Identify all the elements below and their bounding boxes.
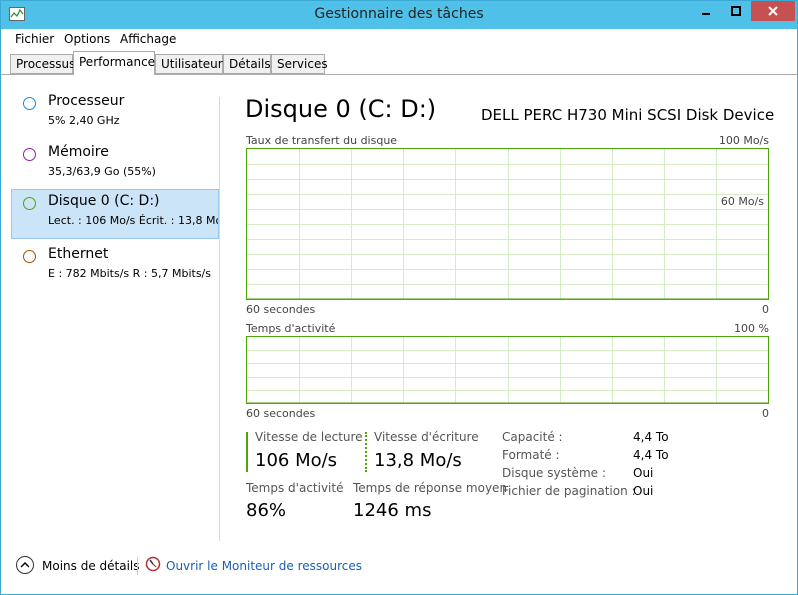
graph-grid [247, 337, 768, 403]
menu-options[interactable]: Options [64, 32, 110, 46]
ethernet-indicator-icon [23, 250, 36, 263]
prop-system-disk-label: Disque système : [502, 466, 606, 480]
footer-divider [137, 557, 138, 575]
graph-transfer-mid: 60 Mo/s [719, 195, 765, 208]
tab-services[interactable]: Services [271, 54, 328, 74]
prop-pagefile-label: Fichier de pagination : [502, 484, 636, 498]
sidebar-item-subtitle: E : 782 Mbits/s R : 5,7 Mbits/s [48, 267, 211, 280]
close-icon [768, 6, 778, 16]
sidebar-item-disque[interactable]: Disque 0 (C: D:) Lect. : 106 Mo/s Écrit.… [11, 189, 219, 239]
menu-bar: Fichier Options Affichage [1, 29, 797, 51]
graph-transfer-max: 100 Mo/s [718, 134, 769, 147]
sidebar-item-subtitle: 35,3/63,9 Go (55%) [48, 165, 156, 178]
graph-activity-max: 100 % [734, 322, 769, 335]
title-bar[interactable]: Gestionnaire des tâches [1, 1, 797, 29]
graph-transfer-time: 60 secondes [246, 303, 316, 316]
graph-grid [247, 149, 768, 299]
less-details-link[interactable]: Moins de détails [42, 559, 140, 573]
tab-utilisateurs[interactable]: Utilisateurs [155, 54, 229, 74]
prop-capacity-label: Capacité : [502, 430, 563, 444]
prop-formatted-value: 4,4 To [633, 448, 669, 462]
page-title: Disque 0 (C: D:) [245, 95, 437, 123]
chevron-up-icon [20, 562, 30, 568]
sidebar-item-title: Ethernet [48, 246, 109, 262]
prop-pagefile-value: Oui [633, 484, 654, 498]
read-speed-value: 106 Mo/s [255, 450, 338, 471]
maximize-icon [731, 6, 741, 16]
resource-sidebar: Processeur 5% 2,40 GHz Mémoire 35,3/63,9… [1, 75, 220, 542]
menu-fichier[interactable]: Fichier [15, 32, 54, 46]
write-speed-value: 13,8 Mo/s [374, 450, 462, 471]
tab-performance[interactable]: Performance [73, 51, 155, 75]
sidebar-item-processeur[interactable]: Processeur 5% 2,40 GHz [11, 89, 219, 139]
sidebar-item-title: Processeur [48, 93, 125, 109]
panel-divider [219, 97, 220, 541]
cpu-indicator-icon [23, 97, 36, 110]
sidebar-item-ethernet[interactable]: Ethernet E : 782 Mbits/s R : 5,7 Mbits/s [11, 242, 219, 292]
sidebar-item-title: Disque 0 (C: D:) [48, 193, 160, 209]
sidebar-item-title: Mémoire [48, 144, 109, 160]
resource-monitor-icon[interactable] [145, 556, 161, 572]
window-title: Gestionnaire des tâches [314, 6, 484, 22]
sidebar-item-subtitle: Lect. : 106 Mo/s Écrit. : 13,8 Mo/s [48, 214, 218, 227]
prop-formatted-label: Formaté : [502, 448, 560, 462]
activity-chart [247, 337, 768, 403]
activity-graph [246, 336, 769, 404]
graph-transfer-label: Taux de transfert du disque [246, 134, 398, 147]
tab-processus[interactable]: Processus [10, 54, 75, 74]
active-time-label: Temps d'activité [246, 481, 344, 495]
minimize-icon [702, 13, 710, 15]
close-button[interactable] [751, 1, 795, 21]
write-speed-marker [365, 432, 367, 472]
memory-indicator-icon [23, 148, 36, 161]
maximize-button[interactable] [723, 1, 749, 21]
minimize-button[interactable] [691, 1, 721, 21]
read-speed-label: Vitesse de lecture [255, 430, 363, 444]
read-speed-marker [246, 432, 248, 472]
footer-bar: Moins de détails Ouvrir le Moniteur de r… [1, 542, 797, 594]
active-time-value: 86% [246, 500, 287, 521]
graph-activity-zero: 0 [762, 407, 769, 420]
disk-model: DELL PERC H730 Mini SCSI Disk Device [481, 106, 775, 124]
write-speed-label: Vitesse d'écriture [374, 430, 479, 444]
transfer-rate-graph: 60 Mo/s [246, 148, 769, 300]
graph-transfer-zero: 0 [762, 303, 769, 316]
sidebar-item-subtitle: 5% 2,40 GHz [48, 114, 120, 127]
resource-monitor-link[interactable]: Ouvrir le Moniteur de ressources [166, 559, 362, 573]
tab-details[interactable]: Détails [223, 54, 271, 74]
graph-activity-time: 60 secondes [246, 407, 316, 420]
response-time-value: 1246 ms [353, 500, 432, 521]
graph-activity-label: Temps d'activité [246, 322, 336, 335]
disk-indicator-icon [23, 197, 36, 210]
task-manager-window: Gestionnaire des tâches Fichier Options … [0, 0, 798, 595]
tab-bar: Processus Performance Utilisateurs Détai… [1, 51, 797, 75]
prop-capacity-value: 4,4 To [633, 430, 669, 444]
prop-system-disk-value: Oui [633, 466, 654, 480]
response-time-label: Temps de réponse moyen [353, 481, 508, 495]
sidebar-item-memoire[interactable]: Mémoire 35,3/63,9 Go (55%) [11, 140, 219, 190]
menu-affichage[interactable]: Affichage [120, 32, 176, 46]
transfer-rate-chart [247, 149, 768, 299]
less-details-button[interactable] [16, 556, 34, 574]
